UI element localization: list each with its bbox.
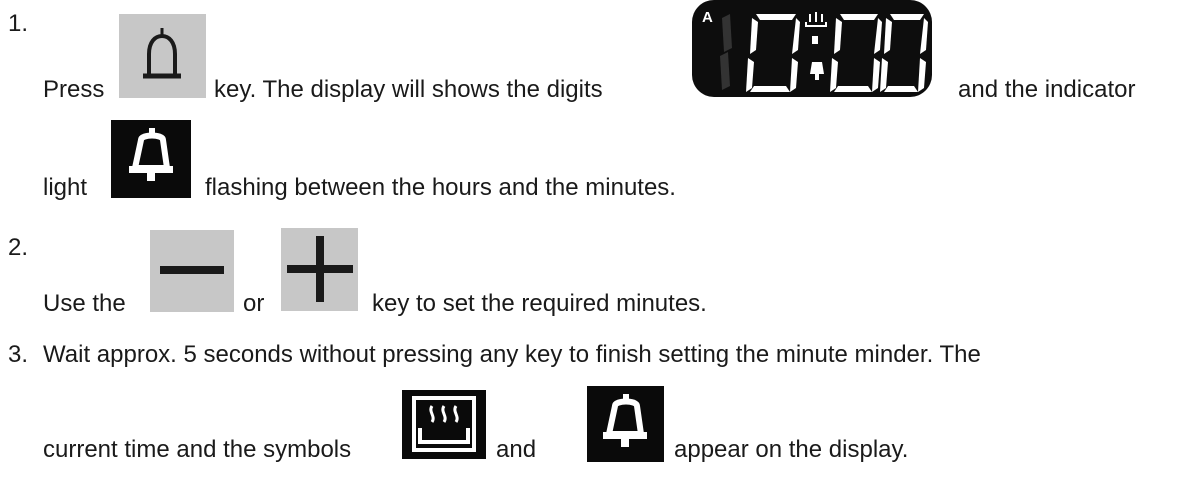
step-3-suffix-text: appear on the display. (674, 436, 909, 463)
heating-indicator-icon (402, 390, 486, 459)
step-1-flashing-text: flashing between the hours and the minut… (205, 174, 676, 201)
bell-indicator-icon-2 (587, 386, 664, 462)
plus-key-icon (281, 228, 358, 311)
step-1-key-text: key. The display will shows the digits (214, 76, 603, 103)
minus-key-icon (150, 230, 234, 312)
display-mode-letter: A (702, 9, 713, 26)
step-1-number: 1. (8, 10, 29, 37)
bell-key-icon (119, 14, 206, 98)
step-3-number: 3. (8, 341, 29, 368)
oven-display: A (692, 0, 932, 97)
step-1-light-text: light (43, 174, 88, 201)
bell-indicator-icon (111, 120, 191, 198)
step-1-press-text: Press (43, 76, 105, 103)
step-2-number: 2. (8, 234, 29, 261)
step-3-and-text: and (496, 436, 537, 463)
step-1-indicator-text: and the indicator (958, 76, 1136, 103)
step-2-or-text: or (243, 290, 265, 317)
step-2-rest-text: key to set the required minutes. (372, 290, 707, 317)
step-3-line-1: Wait approx. 5 seconds without pressing … (43, 341, 981, 368)
step-3-prefix-text: current time and the symbols (43, 436, 352, 463)
step-2-use-the-text: Use the (43, 290, 126, 317)
